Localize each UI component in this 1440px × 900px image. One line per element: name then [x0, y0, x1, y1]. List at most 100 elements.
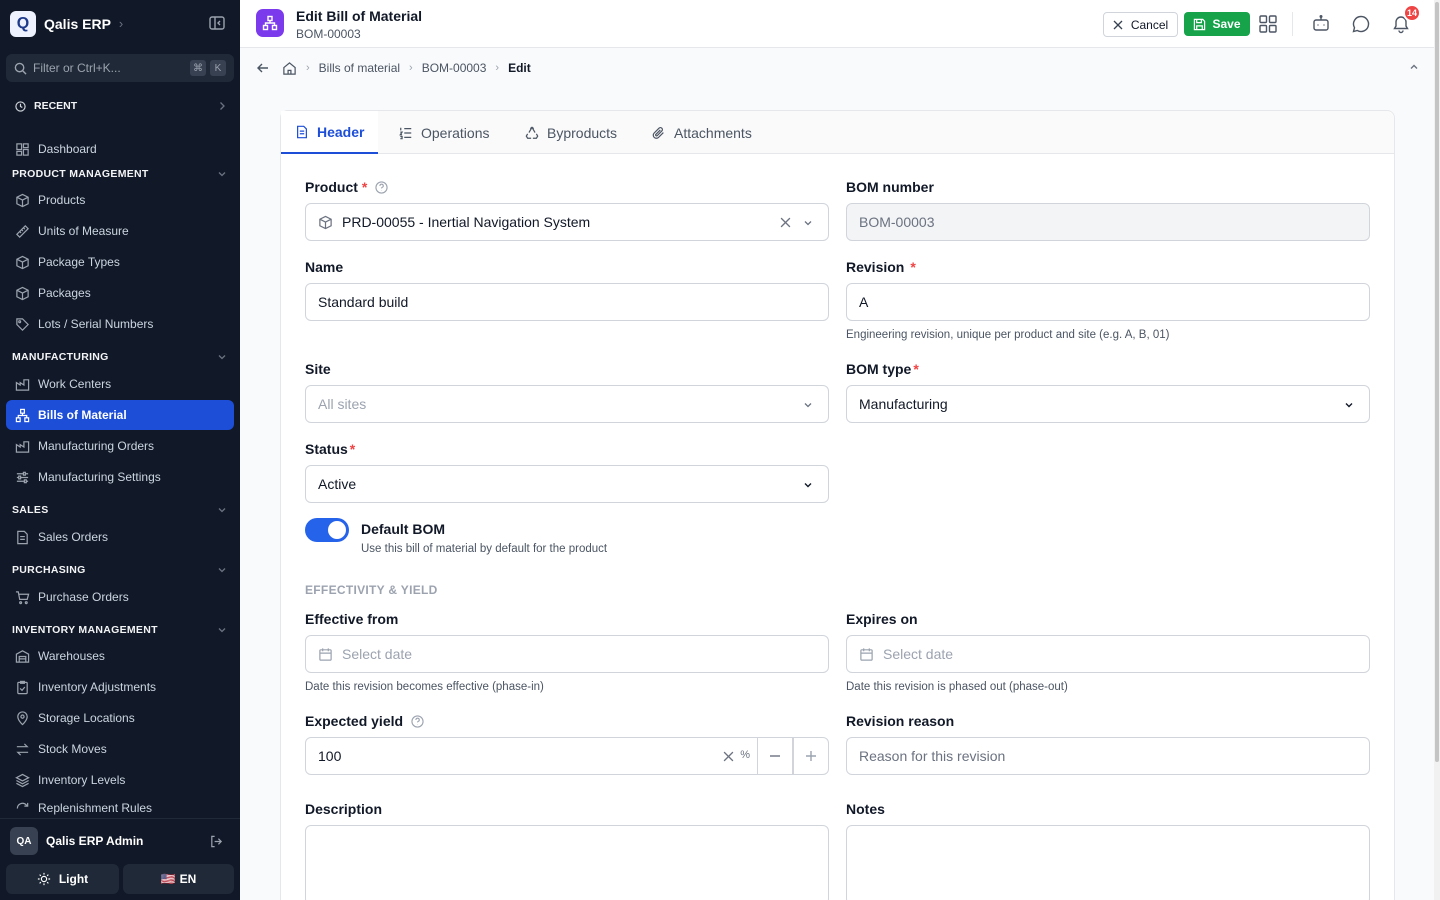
section-product-management[interactable]: PRODUCT MANAGEMENT [12, 168, 149, 180]
name-label: Name [305, 259, 344, 275]
close-icon [1113, 20, 1123, 29]
sidebar-item-lots-serial[interactable]: Lots / Serial Numbers [6, 309, 234, 339]
sidebar-item-sales-orders[interactable]: Sales Orders [6, 522, 234, 552]
plus-icon [806, 751, 816, 761]
section-sales[interactable]: SALES [12, 504, 49, 516]
chevron-down-icon[interactable] [216, 624, 228, 636]
help-circle-icon[interactable] [375, 181, 388, 194]
sidebar-item-manufacturing-settings[interactable]: Manufacturing Settings [6, 462, 234, 492]
status-select[interactable]: Active [305, 465, 829, 503]
effective-from-datepicker[interactable]: Select date [305, 635, 829, 673]
home-icon[interactable] [282, 61, 297, 76]
minus-icon [770, 755, 780, 757]
expires-on-placeholder: Select date [883, 646, 954, 662]
brand[interactable]: Q Qalis ERP › [10, 10, 123, 37]
sidebar-item-packages[interactable]: Packages [6, 278, 234, 308]
sidebar-item-label: Products [38, 193, 86, 207]
tab-label: Header [317, 123, 365, 140]
chevron-up-icon[interactable] [1408, 61, 1420, 73]
logout-icon[interactable] [209, 834, 224, 849]
chevron-down-icon[interactable] [216, 351, 228, 363]
section-purchasing[interactable]: PURCHASING [12, 564, 86, 576]
chevron-right-icon: › [118, 16, 124, 31]
language-button[interactable]: 🇺🇸 EN [123, 864, 234, 894]
apps-grid-icon[interactable] [1258, 14, 1278, 34]
tab-attachments[interactable]: Attachments [652, 111, 752, 154]
save-button[interactable]: Save [1184, 12, 1250, 36]
sidebar-item-bills-of-material[interactable]: Bills of Material [6, 400, 234, 430]
revision-input[interactable]: A [846, 283, 1370, 321]
sidebar-item-replenishment-rules[interactable]: Replenishment Rules [6, 796, 234, 816]
breadcrumb-current: Edit [508, 61, 531, 75]
bom-type-label-text: BOM type [846, 361, 912, 377]
scrollbar-thumb[interactable] [1435, 2, 1439, 762]
help-circle-icon[interactable] [411, 715, 424, 728]
factory-icon [15, 440, 30, 453]
breadcrumb-bom-number[interactable]: BOM-00003 [422, 61, 487, 75]
user-profile[interactable]: QA Qalis ERP Admin [0, 822, 240, 860]
cancel-button[interactable]: Cancel [1103, 12, 1178, 37]
chat-icon[interactable] [1351, 14, 1371, 34]
bom-type-select[interactable]: Manufacturing [846, 385, 1370, 423]
yield-increment-button[interactable] [793, 737, 829, 775]
tab-bar: Header Operations Byproducts Attachments [281, 111, 1394, 154]
app-logo: Q [10, 10, 36, 37]
theme-toggle-button[interactable]: Light [6, 864, 119, 894]
sidebar-item-stock-moves[interactable]: Stock Moves [6, 734, 234, 764]
product-label: Product * [305, 179, 388, 195]
sidebar-item-products[interactable]: Products [6, 185, 234, 215]
arrow-left-icon[interactable] [256, 61, 270, 75]
sidebar-item-inventory-levels[interactable]: Inventory Levels [6, 765, 234, 795]
sidebar-item-manufacturing-orders[interactable]: Manufacturing Orders [6, 431, 234, 461]
revision-label: Revision * [846, 259, 916, 275]
clear-icon[interactable] [780, 217, 791, 228]
box-icon [16, 286, 29, 300]
sidebar-item-units-of-measure[interactable]: Units of Measure [6, 216, 234, 246]
sidebar-item-storage-locations[interactable]: Storage Locations [6, 703, 234, 733]
tab-header[interactable]: Header [281, 111, 379, 154]
bot-icon[interactable] [1311, 14, 1331, 34]
name-input[interactable]: Standard build [305, 283, 829, 321]
kbd-cmd: ⌘ [190, 60, 206, 76]
revision-reason-input[interactable]: Reason for this revision [846, 737, 1370, 775]
breadcrumb-separator: › [495, 62, 500, 74]
chevron-down-icon[interactable] [216, 504, 228, 516]
revision-label-text: Revision [846, 259, 905, 275]
chevron-down-icon[interactable] [216, 168, 228, 180]
expires-on-datepicker[interactable]: Select date [846, 635, 1370, 673]
sidebar-item-label: Units of Measure [38, 224, 129, 238]
layers-icon [15, 773, 30, 787]
tab-byproducts[interactable]: Byproducts [525, 111, 617, 154]
chevron-down-icon[interactable] [216, 564, 228, 576]
description-textarea[interactable] [305, 825, 829, 900]
section-manufacturing[interactable]: MANUFACTURING [12, 351, 109, 363]
topbar: Edit Bill of Material BOM-00003 Cancel S… [240, 0, 1434, 48]
sidebar-item-warehouses[interactable]: Warehouses [6, 641, 234, 671]
default-bom-toggle[interactable] [305, 518, 349, 542]
yield-decrement-button[interactable] [757, 737, 793, 775]
sidebar-item-work-centers[interactable]: Work Centers [6, 369, 234, 399]
hierarchy-icon [15, 408, 30, 422]
site-select[interactable]: All sites [305, 385, 829, 423]
product-select[interactable]: PRD-00055 - Inertial Navigation System [305, 203, 829, 241]
sidebar-item-inventory-adjustments[interactable]: Inventory Adjustments [6, 672, 234, 702]
map-pin-icon [17, 710, 28, 725]
factory-icon [15, 378, 30, 391]
sidebar-filter-input[interactable]: Filter or Ctrl+K... ⌘ K [6, 54, 234, 82]
sidebar-item-dashboard[interactable]: Dashboard [6, 134, 234, 164]
avatar: QA [10, 827, 38, 855]
sidebar-collapse-icon[interactable] [208, 14, 226, 32]
sidebar-item-purchase-orders[interactable]: Purchase Orders [6, 582, 234, 612]
expected-yield-input[interactable]: 100 % [305, 737, 759, 775]
tab-operations[interactable]: Operations [399, 111, 489, 154]
box-icon [16, 193, 29, 207]
cart-icon [15, 590, 30, 604]
section-inventory-management[interactable]: INVENTORY MANAGEMENT [12, 624, 158, 636]
recent-section[interactable]: RECENT [6, 91, 234, 121]
bom-page-icon [256, 9, 284, 37]
notes-textarea[interactable] [846, 825, 1370, 900]
sidebar-item-package-types[interactable]: Package Types [6, 247, 234, 277]
expires-on-help: Date this revision is phased out (phase-… [846, 681, 1068, 693]
breadcrumb-bills-of-material[interactable]: Bills of material [319, 61, 400, 75]
clear-icon[interactable] [723, 751, 734, 762]
